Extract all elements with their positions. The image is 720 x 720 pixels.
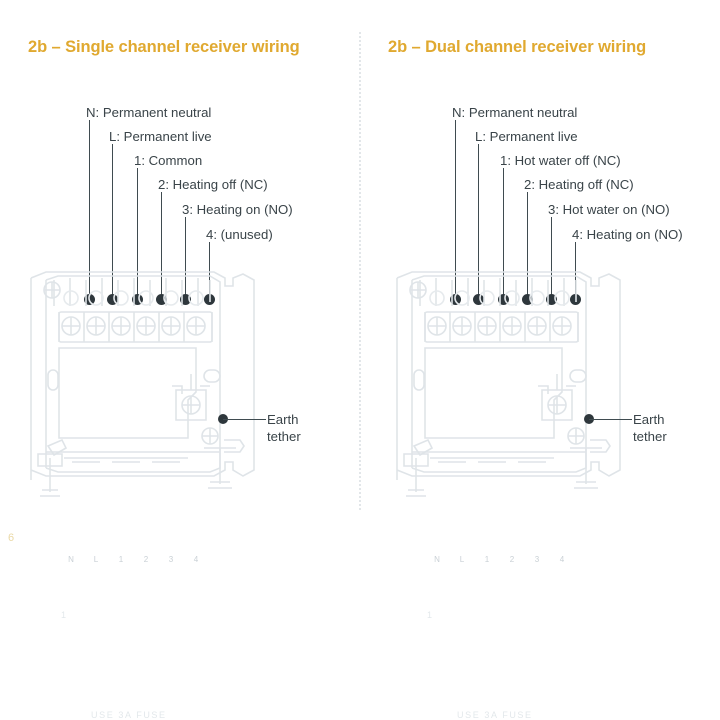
earth-tether-label-line1: Earth <box>633 412 665 427</box>
callout-label-n: N: Permanent neutral <box>86 105 212 120</box>
earth-tether-leader-line <box>589 419 632 420</box>
callout-label-1: 1: Hot water off (NC) <box>500 153 621 168</box>
terminal-label-n: N <box>68 555 74 564</box>
callout-label-l: L: Permanent live <box>109 129 212 144</box>
backplate-svg <box>396 271 621 497</box>
receiver-backplate-illustration: N L 1 2 3 4 USE 3A FUSE 1 <box>394 262 664 720</box>
callout-label-1: 1: Common <box>134 153 203 168</box>
callout-label-3: 3: Heating on (NO) <box>182 202 293 217</box>
terminal-label-2: 2 <box>509 555 515 564</box>
terminal-label-2: 2 <box>143 555 149 564</box>
terminal-label-4: 4 <box>193 555 199 564</box>
earth-tether-label: Earth tether <box>633 411 667 445</box>
callout-label-2: 2: Heating off (NC) <box>524 177 634 192</box>
terminal-label-l: L <box>459 555 465 564</box>
fuse-note: USE 3A FUSE <box>457 710 533 720</box>
backplate-svg <box>30 271 255 497</box>
callout-label-n: N: Permanent neutral <box>452 105 578 120</box>
plate-mark: 1 <box>61 610 67 620</box>
fuse-note: USE 3A FUSE <box>91 710 167 720</box>
page-number: 6 <box>8 532 15 544</box>
panel-dual-channel: 2b – Dual channel receiver wiring N: Per… <box>360 0 720 720</box>
earth-tether-label-line1: Earth <box>267 412 299 427</box>
terminal-label-1: 1 <box>118 555 124 564</box>
callout-label-2: 2: Heating off (NC) <box>158 177 268 192</box>
callout-label-4: 4: (unused) <box>206 227 273 242</box>
callout-label-l: L: Permanent live <box>475 129 578 144</box>
earth-tether-label-line2: tether <box>267 429 301 444</box>
panel-single-channel: 2b – Single channel receiver wiring N: P… <box>0 0 360 720</box>
callout-label-3: 3: Hot water on (NO) <box>548 202 670 217</box>
terminal-label-n: N <box>434 555 440 564</box>
terminal-label-3: 3 <box>534 555 540 564</box>
terminal-label-l: L <box>93 555 99 564</box>
earth-tether-leader-line <box>223 419 266 420</box>
terminal-label-3: 3 <box>168 555 174 564</box>
earth-tether-label: Earth tether <box>267 411 301 445</box>
earth-tether-label-line2: tether <box>633 429 667 444</box>
receiver-backplate-illustration: N L 1 2 3 4 USE 3A FUSE 1 <box>28 262 298 720</box>
plate-mark: 1 <box>427 610 433 620</box>
callout-label-4: 4: Heating on (NO) <box>572 227 683 242</box>
page-root: 2b – Single channel receiver wiring N: P… <box>0 0 720 720</box>
terminal-label-4: 4 <box>559 555 565 564</box>
terminal-label-1: 1 <box>484 555 490 564</box>
